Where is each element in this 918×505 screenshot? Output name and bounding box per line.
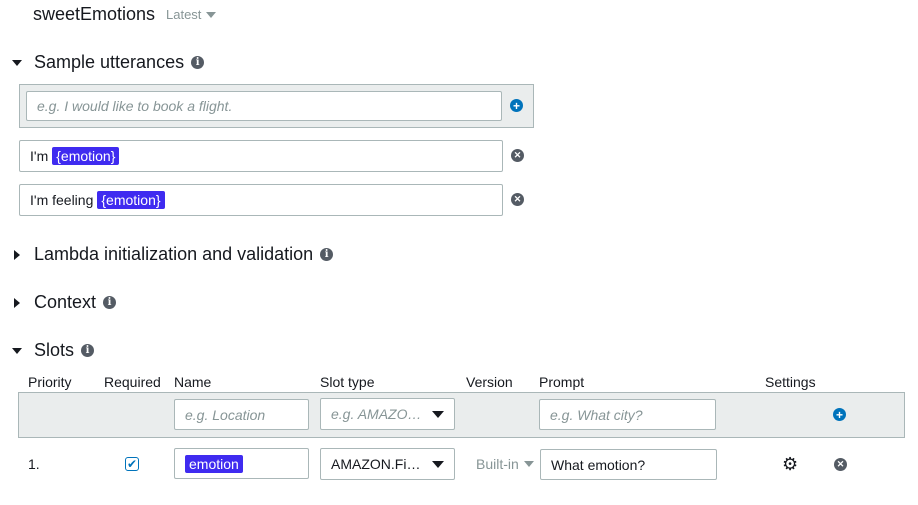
slot-chip: {emotion} xyxy=(97,191,165,209)
version-dropdown[interactable]: Latest xyxy=(166,7,217,22)
intent-name: sweetEmotions xyxy=(33,4,156,24)
slot-chip: {emotion} xyxy=(52,147,120,165)
new-slot-row xyxy=(18,392,905,438)
expand-caret-icon xyxy=(12,59,22,66)
info-icon[interactable]: i xyxy=(103,296,117,309)
add-slot-button[interactable]: + xyxy=(833,408,846,421)
column-header-name: Name xyxy=(174,374,212,390)
info-icon[interactable]: i xyxy=(81,344,95,357)
new-slot-name-input[interactable]: e.g. Location xyxy=(174,399,309,430)
chevron-down-icon xyxy=(432,410,444,418)
slot-type-select[interactable]: AMAZON.Fi… xyxy=(320,448,455,480)
slot-type-value: AMAZON.Fi… xyxy=(331,456,421,472)
slot-priority: 1. xyxy=(28,456,40,472)
section-title: Lambda initialization and validation xyxy=(34,244,314,264)
utterance-placeholder: e.g. I would like to book a flight. xyxy=(37,98,233,114)
slot-name-chip: emotion xyxy=(185,454,243,473)
info-icon[interactable]: i xyxy=(320,248,334,261)
slot-prompt-input[interactable]: What emotion? xyxy=(540,449,717,480)
column-header-settings: Settings xyxy=(765,374,816,390)
section-context[interactable]: Context i xyxy=(12,292,117,313)
chevron-down-icon xyxy=(523,461,534,467)
slot-version-value: Built-in xyxy=(476,456,519,472)
remove-utterance-button[interactable]: ✕ xyxy=(511,193,524,206)
section-title: Context xyxy=(34,292,97,312)
expand-caret-icon xyxy=(12,347,22,354)
utterance-field[interactable]: I'm {emotion} xyxy=(19,140,503,172)
section-slots[interactable]: Slots i xyxy=(12,340,95,361)
version-label: Latest xyxy=(166,7,202,22)
new-slot-prompt-input[interactable]: e.g. What city? xyxy=(539,399,716,430)
utterance-text: I'm feeling xyxy=(30,192,94,208)
section-lambda[interactable]: Lambda initialization and validation i xyxy=(12,244,334,265)
type-placeholder: e.g. AMAZO… xyxy=(331,406,422,422)
new-utterance-input[interactable]: e.g. I would like to book a flight. xyxy=(26,91,502,121)
column-header-prompt: Prompt xyxy=(539,374,585,390)
name-placeholder: e.g. Location xyxy=(185,406,266,423)
slot-required-checkbox[interactable]: ✔ xyxy=(125,457,139,471)
prompt-placeholder: e.g. What city? xyxy=(550,406,643,423)
collapse-caret-icon xyxy=(14,297,20,308)
utterance-field[interactable]: I'm feeling {emotion} xyxy=(19,184,503,216)
slot-name-input[interactable]: emotion xyxy=(174,448,309,479)
column-header-slot-type: Slot type xyxy=(320,374,375,390)
slot-prompt-value: What emotion? xyxy=(551,456,646,473)
section-title: Sample utterances xyxy=(34,52,185,72)
chevron-down-icon xyxy=(206,11,217,18)
column-header-priority: Priority xyxy=(28,374,72,390)
remove-utterance-button[interactable]: ✕ xyxy=(511,149,524,162)
utterance-text: I'm xyxy=(30,148,49,164)
slot-version-select[interactable]: Built-in xyxy=(476,456,534,472)
column-header-version: Version xyxy=(466,374,513,390)
info-icon[interactable]: i xyxy=(191,56,205,69)
column-header-required: Required xyxy=(104,374,161,390)
remove-slot-button[interactable]: ✕ xyxy=(834,458,847,471)
section-sample-utterances[interactable]: Sample utterances i xyxy=(12,52,205,73)
gear-icon[interactable]: ⚙ xyxy=(782,455,798,473)
collapse-caret-icon xyxy=(14,249,20,260)
add-utterance-button[interactable]: + xyxy=(510,99,523,112)
section-title: Slots xyxy=(34,340,75,360)
chevron-down-icon xyxy=(432,460,444,468)
new-slot-type-select[interactable]: e.g. AMAZO… xyxy=(320,398,455,430)
